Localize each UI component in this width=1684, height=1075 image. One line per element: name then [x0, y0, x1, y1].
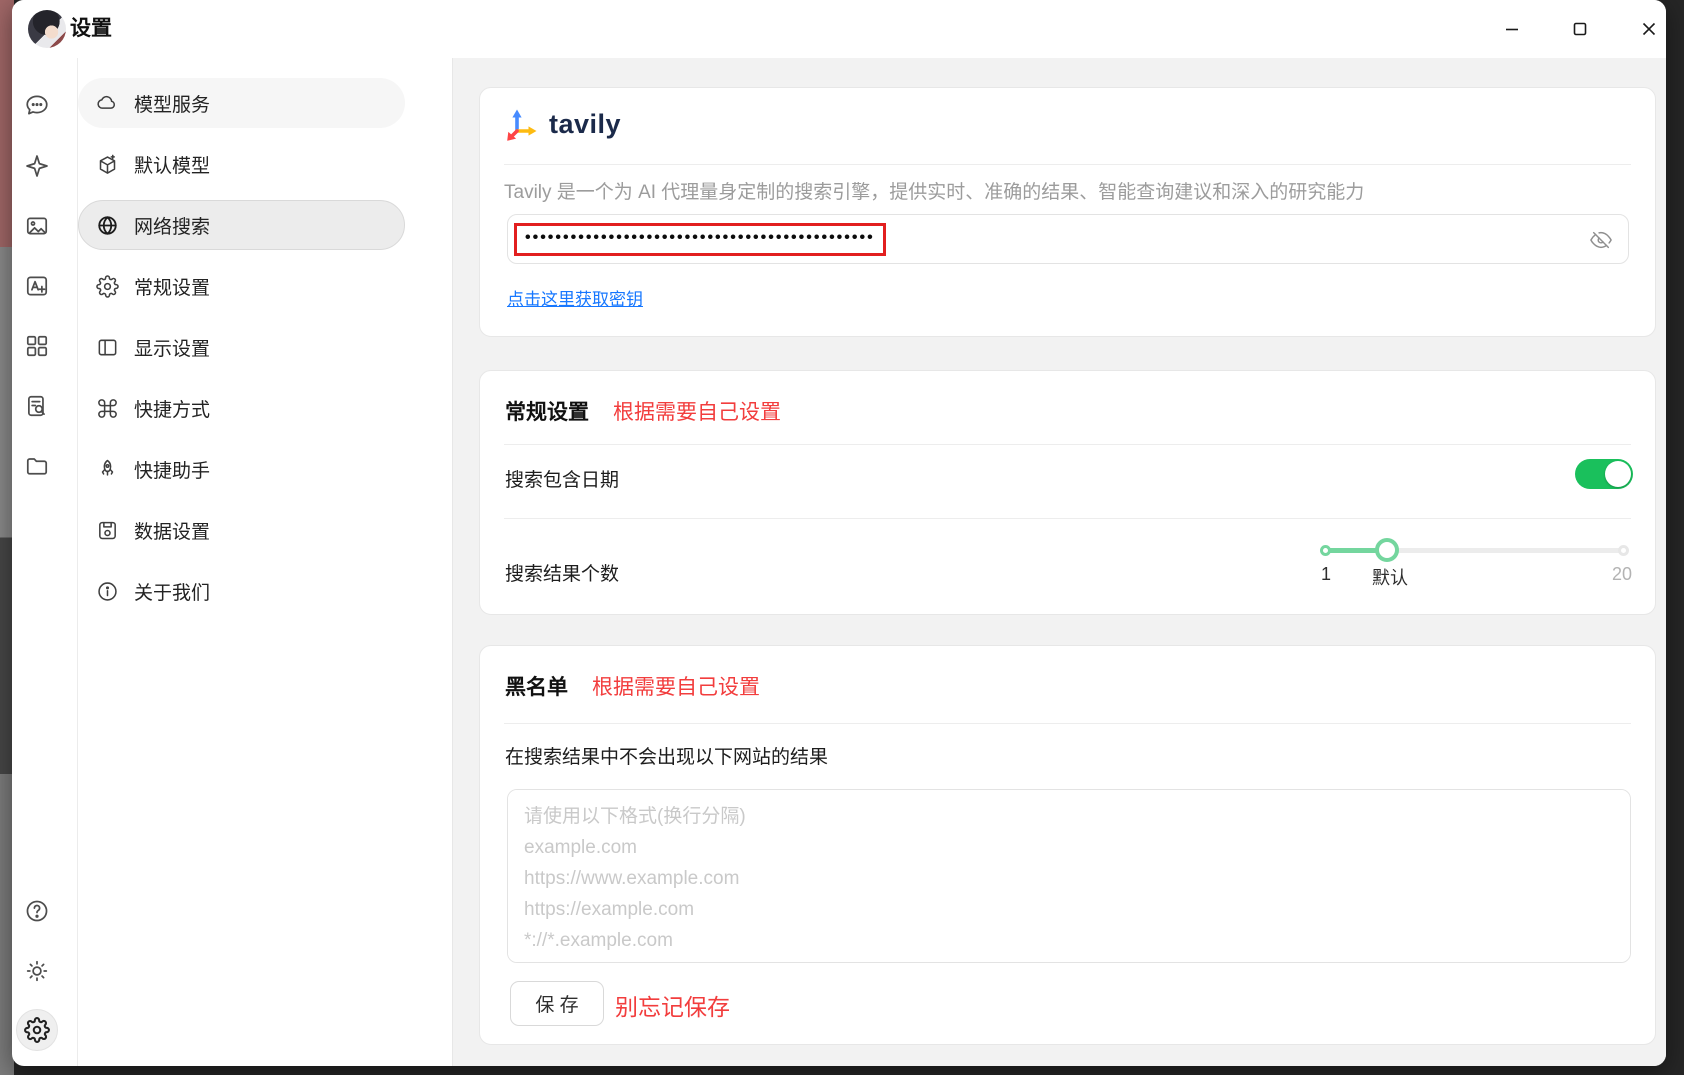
apps-grid-icon — [24, 333, 50, 359]
sidebar-item-label: 快捷方式 — [134, 395, 210, 422]
result-count-label: 搜索结果个数 — [505, 559, 619, 586]
sidebar-item-default-model[interactable]: 默认模型 — [78, 139, 405, 189]
blacklist-card: 黑名单 根据需要自己设置 在搜索结果中不会出现以下网站的结果 保 存 别忘记保存 — [479, 645, 1656, 1045]
blacklist-textarea[interactable] — [507, 789, 1631, 963]
sidebar-item-about[interactable]: 关于我们 — [78, 566, 405, 616]
rail-files-button[interactable] — [20, 449, 54, 483]
rail-theme-button[interactable] — [20, 954, 54, 988]
toggle-knob — [1605, 461, 1631, 487]
avatar — [28, 10, 66, 48]
chat-icon — [24, 92, 50, 118]
divider — [504, 723, 1631, 724]
sidebar-item-label: 网络搜索 — [134, 212, 210, 239]
rail-divider — [77, 58, 78, 1066]
api-key-masked-value: ••••••••••••••••••••••••••••••••••••••••… — [525, 215, 875, 263]
sidebar-item-web-search[interactable]: 网络搜索 — [78, 200, 405, 250]
gear-icon — [96, 275, 119, 298]
sidebar-item-display-settings[interactable]: 显示设置 — [78, 322, 405, 372]
blacklist-description: 在搜索结果中不会出现以下网站的结果 — [505, 742, 828, 769]
provider-name: tavily — [549, 109, 621, 140]
sidebar-item-label: 默认模型 — [134, 151, 210, 178]
sidebar-item-label: 显示设置 — [134, 334, 210, 361]
annotation-note: 根据需要自己设置 — [592, 671, 760, 701]
layout-icon — [96, 336, 119, 359]
cloud-icon — [96, 92, 119, 115]
general-settings-card: 常规设置 根据需要自己设置 搜索包含日期 搜索结果个数 1 — [479, 370, 1656, 615]
rail-chat-button[interactable] — [20, 88, 54, 122]
image-icon — [24, 213, 50, 239]
settings-gear-icon — [24, 1017, 50, 1043]
slider-min-dot — [1320, 545, 1331, 556]
divider — [504, 444, 1631, 445]
save-reminder-annotation: 别忘记保存 — [615, 988, 730, 1022]
maximize-icon — [1572, 21, 1588, 37]
sidebar-item-label: 常规设置 — [134, 273, 210, 300]
provider-card: tavily Tavily 是一个为 AI 代理量身定制的搜索引擎，提供实时、准… — [479, 87, 1656, 337]
sidebar-item-label: 模型服务 — [134, 90, 210, 117]
main-content: tavily Tavily 是一个为 AI 代理量身定制的搜索引擎，提供实时、准… — [452, 58, 1666, 1066]
rail-translate-button[interactable] — [20, 269, 54, 303]
slider-max-label: 20 — [1612, 564, 1632, 585]
result-count-slider[interactable] — [1324, 536, 1624, 564]
rail-images-button[interactable] — [20, 209, 54, 243]
minimize-button[interactable] — [1492, 9, 1532, 49]
help-icon — [24, 898, 50, 924]
command-icon — [96, 397, 119, 420]
sparkle-icon — [24, 153, 50, 179]
rail-assistant-button[interactable] — [20, 149, 54, 183]
annotation-note: 根据需要自己设置 — [613, 396, 781, 426]
divider — [504, 518, 1631, 519]
section-header: 常规设置 根据需要自己设置 — [505, 396, 781, 426]
maximize-button[interactable] — [1560, 9, 1600, 49]
sidebar-item-label: 快捷助手 — [134, 456, 210, 483]
section-title: 黑名单 — [505, 671, 568, 701]
window-title: 设置 — [70, 0, 112, 58]
rail-settings-button[interactable] — [16, 1009, 58, 1051]
sidebar-item-general-settings[interactable]: 常规设置 — [78, 261, 405, 311]
sidebar-item-quick-assistant[interactable]: 快捷助手 — [78, 444, 405, 494]
sidebar-item-model-services[interactable]: 模型服务 — [78, 78, 405, 128]
rail-apps-button[interactable] — [20, 329, 54, 363]
tavily-logo-icon — [504, 106, 540, 142]
get-api-key-link[interactable]: 点击这里获取密钥 — [507, 285, 643, 310]
toggle-key-visibility-button[interactable] — [1584, 223, 1618, 257]
slider-min-label: 1 — [1321, 564, 1331, 585]
sidebar-item-data-settings[interactable]: 数据设置 — [78, 505, 405, 555]
titlebar: 设置 — [12, 0, 1666, 58]
folder-icon — [24, 453, 50, 479]
provider-description: Tavily 是一个为 AI 代理量身定制的搜索引擎，提供实时、准确的结果、智能… — [504, 177, 1364, 204]
screen: 设置 — [0, 0, 1684, 1075]
close-icon — [1641, 21, 1657, 37]
provider-logo: tavily — [504, 105, 621, 143]
sidebar-item-shortcuts[interactable]: 快捷方式 — [78, 383, 405, 433]
section-header: 黑名单 根据需要自己设置 — [505, 671, 760, 701]
slider-current-label: 默认 — [1372, 564, 1408, 590]
sidebar-item-label: 关于我们 — [134, 578, 210, 605]
include-date-label: 搜索包含日期 — [505, 465, 619, 492]
info-icon — [96, 580, 119, 603]
include-date-toggle[interactable] — [1575, 459, 1633, 489]
sidebar-item-label: 数据设置 — [134, 517, 210, 544]
section-title: 常规设置 — [505, 396, 589, 426]
slider-max-dot — [1618, 545, 1629, 556]
rail-help-button[interactable] — [20, 894, 54, 928]
save-button[interactable]: 保 存 — [510, 981, 604, 1026]
close-button[interactable] — [1629, 9, 1666, 49]
file-search-icon — [24, 393, 50, 419]
slider-thumb[interactable] — [1375, 538, 1399, 562]
globe-icon — [96, 214, 119, 237]
rail-knowledge-button[interactable] — [20, 389, 54, 423]
floppy-icon — [96, 519, 119, 542]
translate-icon — [24, 273, 50, 299]
minimize-icon — [1504, 21, 1520, 37]
api-key-input[interactable]: ••••••••••••••••••••••••••••••••••••••••… — [507, 214, 1629, 264]
cube-icon — [96, 153, 119, 176]
eye-off-icon — [1590, 229, 1612, 251]
settings-window: 设置 — [12, 0, 1666, 1066]
divider — [504, 164, 1631, 165]
rocket-icon — [96, 458, 119, 481]
theme-sun-icon — [24, 958, 50, 984]
